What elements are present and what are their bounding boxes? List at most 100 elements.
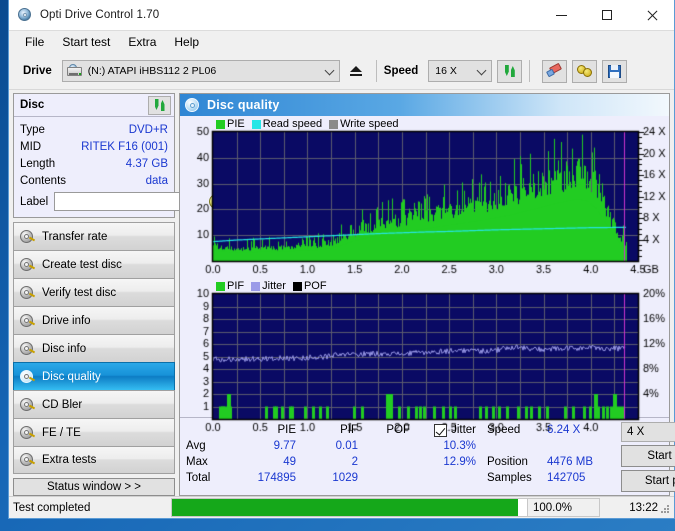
- page-title: Disc quality: [207, 98, 280, 112]
- test-controls: 4 X Start full Start part: [621, 422, 675, 492]
- disc-row-contents: Contents data: [20, 172, 168, 189]
- eraser-icon: [547, 64, 563, 78]
- jitter-checkbox[interactable]: [434, 424, 447, 437]
- jitter-avg-value: 10.3%: [410, 440, 476, 452]
- maximize-button[interactable]: [584, 0, 629, 30]
- main-body: Disc Type DVD+R MID RITEK F16 (001): [9, 90, 674, 496]
- disc-info-title: Disc: [20, 99, 44, 111]
- close-button[interactable]: [629, 0, 674, 30]
- pif-chart-canvas: [182, 280, 675, 436]
- chevron-down-icon: [324, 66, 334, 76]
- sidebar-item-cd-bler[interactable]: CD Bler: [13, 390, 175, 418]
- row-label-total: Total: [186, 472, 228, 484]
- info-row-samples: Samples 142705: [487, 470, 621, 486]
- erase-button[interactable]: [542, 60, 567, 83]
- sidebar-item-label: Verify test disc: [42, 287, 116, 299]
- minimize-button[interactable]: [539, 0, 584, 30]
- legend-label-pif: PIF: [227, 280, 244, 292]
- left-panel: Disc Type DVD+R MID RITEK F16 (001): [13, 93, 175, 496]
- status-bar: Test completed 100.0% 13:22: [9, 496, 674, 518]
- disc-refresh-button[interactable]: [148, 96, 171, 115]
- disc-label-label: Label: [20, 196, 48, 208]
- info-row-spacer: [487, 438, 621, 454]
- title-bar: Opti Drive Control 1.70: [9, 0, 674, 31]
- disc-icon: [19, 341, 35, 357]
- status-window-button[interactable]: Status window > >: [13, 478, 175, 496]
- eject-icon: [350, 66, 362, 77]
- sidebar-item-transfer-rate[interactable]: Transfer rate: [13, 222, 175, 250]
- column-header-jitter: Jitter: [451, 424, 476, 436]
- pif-chart: PIF Jitter POF: [182, 280, 667, 436]
- pif-total-value: 1029: [296, 472, 358, 484]
- speed-select[interactable]: 16 X: [428, 60, 492, 82]
- gears-icon: [577, 64, 592, 78]
- sidebar-item-verify-test-disc[interactable]: Verify test disc: [13, 278, 175, 306]
- test-speed-value: 4 X: [627, 426, 644, 438]
- disc-type-value: DVD+R: [129, 124, 168, 136]
- sidebar-item-label: FE / TE: [42, 427, 81, 439]
- legend-swatch-pof: [293, 282, 302, 291]
- disc-contents-value: data: [146, 175, 168, 187]
- test-speed-select[interactable]: 4 X: [621, 422, 675, 442]
- row-label-max: Max: [186, 456, 228, 468]
- sidebar-item-disc-info[interactable]: Disc info: [13, 334, 175, 362]
- drive-label: Drive: [23, 65, 52, 77]
- column-header-pof: POF: [358, 424, 410, 436]
- settings-button[interactable]: [572, 60, 597, 83]
- legend-label-write-speed: Write speed: [340, 118, 399, 130]
- disc-mid-value: RITEK F16 (001): [81, 141, 168, 153]
- disc-icon: [19, 229, 35, 245]
- stats-row-max: Max 49 2 12.9%: [186, 454, 481, 470]
- legend-swatch-write-speed: [329, 120, 338, 129]
- toolbar-divider-1: [376, 60, 377, 82]
- sidebar-item-fe-te[interactable]: FE / TE: [13, 418, 175, 446]
- test-nav-list: Transfer rate Create test disc Verify te…: [13, 222, 175, 474]
- disc-length-value: 4.37 GB: [126, 158, 168, 170]
- disc-length-label: Length: [20, 158, 55, 170]
- disc-row-mid: MID RITEK F16 (001): [20, 138, 168, 155]
- menu-item-extra[interactable]: Extra: [120, 33, 164, 51]
- disc-info-box: Disc Type DVD+R MID RITEK F16 (001): [13, 93, 175, 218]
- legend-swatch-read-speed: [252, 120, 261, 129]
- sidebar-item-create-test-disc[interactable]: Create test disc: [13, 250, 175, 278]
- disc-icon: [19, 313, 35, 329]
- disc-row-type: Type DVD+R: [20, 121, 168, 138]
- resize-grip[interactable]: [660, 505, 670, 515]
- menu-item-help[interactable]: Help: [166, 33, 207, 51]
- toolbar-divider-2: [529, 60, 530, 82]
- sidebar-item-extra-tests[interactable]: Extra tests: [13, 446, 175, 474]
- menu-bar: File Start test Extra Help: [9, 31, 674, 53]
- eject-button[interactable]: [344, 60, 369, 83]
- disc-quality-panel: Disc quality PIE Read speed Write speed: [179, 93, 670, 496]
- pie-avg-value: 9.77: [228, 440, 296, 452]
- start-part-button[interactable]: Start part: [621, 470, 675, 492]
- sidebar-item-label: Create test disc: [42, 259, 122, 271]
- refresh-button[interactable]: [497, 60, 522, 83]
- pie-max-value: 49: [228, 456, 296, 468]
- start-full-button[interactable]: Start full: [621, 445, 675, 467]
- sidebar-item-disc-quality[interactable]: Disc quality: [13, 362, 175, 390]
- jitter-max-value: 12.9%: [410, 456, 476, 468]
- sidebar-item-drive-info[interactable]: Drive info: [13, 306, 175, 334]
- menu-item-start-test[interactable]: Start test: [54, 33, 118, 51]
- stats-row-avg: Avg 9.77 0.01 10.3%: [186, 438, 481, 454]
- pif-chart-legend: PIF Jitter POF: [216, 280, 332, 292]
- sidebar-item-label: Disc info: [42, 343, 86, 355]
- drive-select-value: (N:) ATAPI iHBS112 2 PL06: [88, 65, 216, 77]
- disc-contents-label: Contents: [20, 175, 66, 187]
- speed-label: Speed: [384, 65, 419, 77]
- refresh-icon: [153, 98, 167, 112]
- menu-item-file[interactable]: File: [17, 33, 52, 51]
- disc-icon: [19, 257, 35, 273]
- elapsed-time-value: 13:22: [629, 502, 658, 514]
- toolbar: Drive (N:) ATAPI iHBS112 2 PL06 Speed 16…: [9, 53, 674, 90]
- disc-icon: [19, 397, 35, 413]
- column-header-jitter-cell: Jitter: [410, 424, 476, 437]
- disc-quality-icon: [185, 98, 200, 113]
- refresh-icon: [503, 64, 517, 78]
- disc-type-label: Type: [20, 124, 45, 136]
- progress-percent: 100.0%: [527, 499, 599, 516]
- drive-select[interactable]: (N:) ATAPI iHBS112 2 PL06: [62, 60, 340, 82]
- pif-max-value: 2: [296, 456, 358, 468]
- save-button[interactable]: [602, 60, 627, 83]
